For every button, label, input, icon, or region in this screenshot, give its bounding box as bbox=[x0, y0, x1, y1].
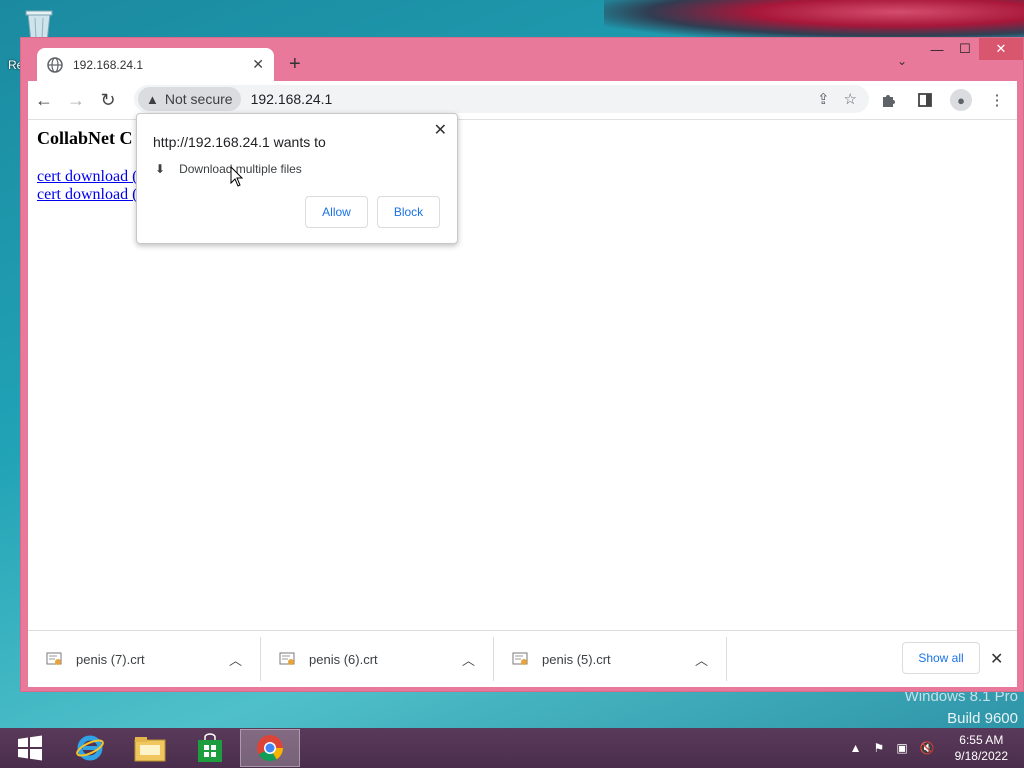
system-tray: ▲ ⚑ ▣ 🔇 6:55 AM 9/18/2022 bbox=[844, 728, 1024, 768]
folder-icon bbox=[134, 737, 166, 762]
tab-search-chevron-icon[interactable]: ⌄ bbox=[897, 54, 907, 68]
close-download-shelf-icon[interactable]: ✕ bbox=[990, 649, 1003, 669]
permission-popup: http://192.168.24.1 wants to ✕ ⬇ Downloa… bbox=[136, 113, 458, 244]
show-all-button[interactable]: Show all bbox=[902, 642, 980, 674]
desktop-wallpaper-flower bbox=[604, 0, 1024, 40]
menu-kebab-icon[interactable]: ⋮ bbox=[981, 84, 1013, 116]
show-hidden-icons-icon[interactable]: ▲ bbox=[850, 741, 862, 755]
certificate-file-icon bbox=[46, 651, 62, 667]
action-center-flag-icon[interactable]: ⚑ bbox=[874, 741, 885, 755]
chevron-up-icon[interactable]: ︿ bbox=[229, 650, 242, 669]
cert-download-link[interactable]: cert download ( bbox=[37, 186, 137, 204]
forward-button[interactable]: → bbox=[60, 84, 92, 116]
share-icon[interactable]: ⇪ bbox=[817, 90, 830, 108]
allow-button[interactable]: Allow bbox=[305, 196, 368, 228]
download-item[interactable]: penis (7).crt ︿ bbox=[28, 637, 261, 681]
clock[interactable]: 6:55 AM 9/18/2022 bbox=[955, 732, 1008, 764]
internet-explorer-icon bbox=[76, 735, 104, 761]
chrome-taskbar-button[interactable] bbox=[240, 729, 300, 767]
certificate-file-icon bbox=[512, 651, 528, 667]
store-button[interactable] bbox=[180, 729, 240, 767]
warning-icon: ▲ bbox=[146, 91, 159, 107]
tab-close-icon[interactable]: ✕ bbox=[252, 56, 264, 73]
person-icon: ● bbox=[950, 89, 972, 111]
browser-tab[interactable]: 192.168.24.1 ✕ bbox=[37, 48, 274, 81]
download-filename: penis (5).crt bbox=[542, 651, 611, 667]
tab-title: 192.168.24.1 bbox=[73, 57, 144, 72]
back-button[interactable]: ← bbox=[28, 84, 60, 116]
clock-time: 6:55 AM bbox=[959, 733, 1004, 747]
security-chip[interactable]: ▲ Not secure bbox=[138, 87, 241, 111]
store-bag-icon bbox=[198, 733, 222, 762]
windows-logo-icon bbox=[18, 735, 42, 761]
profile-avatar[interactable]: ● bbox=[945, 84, 977, 116]
window-controls: — ☐ ✕ bbox=[923, 38, 1023, 62]
bookmark-star-icon[interactable]: ☆ bbox=[844, 90, 857, 108]
download-filename: penis (6).crt bbox=[309, 651, 378, 667]
file-explorer-button[interactable] bbox=[120, 729, 180, 767]
extensions-puzzle-icon[interactable] bbox=[873, 84, 905, 116]
download-item[interactable]: penis (6).crt ︿ bbox=[261, 637, 494, 681]
watermark-build: Build 9600 bbox=[947, 710, 1018, 727]
side-panel-icon[interactable] bbox=[909, 84, 941, 116]
taskbar: ▲ ⚑ ▣ 🔇 6:55 AM 9/18/2022 bbox=[0, 728, 1024, 768]
reload-button[interactable]: ↻ bbox=[92, 84, 124, 116]
permission-row: ⬇ Download multiple files bbox=[155, 162, 302, 176]
minimize-button[interactable]: — bbox=[923, 38, 951, 60]
download-icon: ⬇ bbox=[155, 162, 166, 176]
page-heading: CollabNet C bbox=[37, 128, 133, 148]
internet-explorer-button[interactable] bbox=[60, 729, 120, 767]
certificate-file-icon bbox=[279, 651, 295, 667]
globe-icon bbox=[47, 56, 63, 73]
download-filename: penis (7).crt bbox=[76, 651, 145, 667]
volume-muted-icon[interactable]: 🔇 bbox=[920, 741, 935, 755]
mouse-cursor-icon bbox=[230, 165, 244, 188]
security-label: Not secure bbox=[164, 91, 233, 107]
chrome-icon bbox=[257, 735, 284, 762]
cert-download-link[interactable]: cert download ( bbox=[37, 168, 137, 186]
start-button[interactable] bbox=[0, 729, 60, 767]
maximize-button[interactable]: ☐ bbox=[951, 38, 979, 60]
chevron-up-icon[interactable]: ︿ bbox=[695, 650, 708, 669]
address-bar[interactable]: ▲ Not secure 192.168.24.1 ⇪ ☆ bbox=[134, 85, 869, 113]
popup-close-icon[interactable]: ✕ bbox=[434, 120, 447, 140]
chevron-up-icon[interactable]: ︿ bbox=[462, 650, 475, 669]
download-shelf: penis (7).crt ︿ penis (6).crt ︿ penis (5… bbox=[28, 630, 1017, 687]
new-tab-button[interactable]: + bbox=[289, 53, 301, 76]
close-window-button[interactable]: ✕ bbox=[979, 38, 1023, 60]
url-text[interactable]: 192.168.24.1 bbox=[251, 91, 333, 107]
network-icon[interactable]: ▣ bbox=[896, 741, 907, 755]
popup-title: http://192.168.24.1 wants to bbox=[153, 134, 326, 150]
windows-watermark: Windows 8.1 Pro Build 9600 bbox=[905, 686, 1018, 730]
download-item[interactable]: penis (5).crt ︿ bbox=[494, 637, 727, 681]
block-button[interactable]: Block bbox=[377, 196, 440, 228]
clock-date: 9/18/2022 bbox=[954, 749, 1008, 763]
